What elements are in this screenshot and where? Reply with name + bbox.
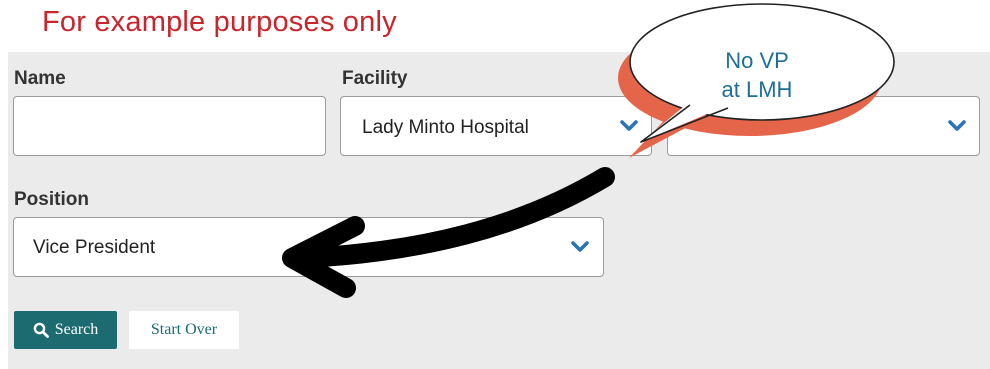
- bubble-line-2: at LMH: [721, 77, 793, 102]
- bubble-text: No VP at LMH: [692, 46, 822, 104]
- annotation-overlay: [282, 3, 895, 298]
- bubble-line-1: No VP: [725, 48, 789, 73]
